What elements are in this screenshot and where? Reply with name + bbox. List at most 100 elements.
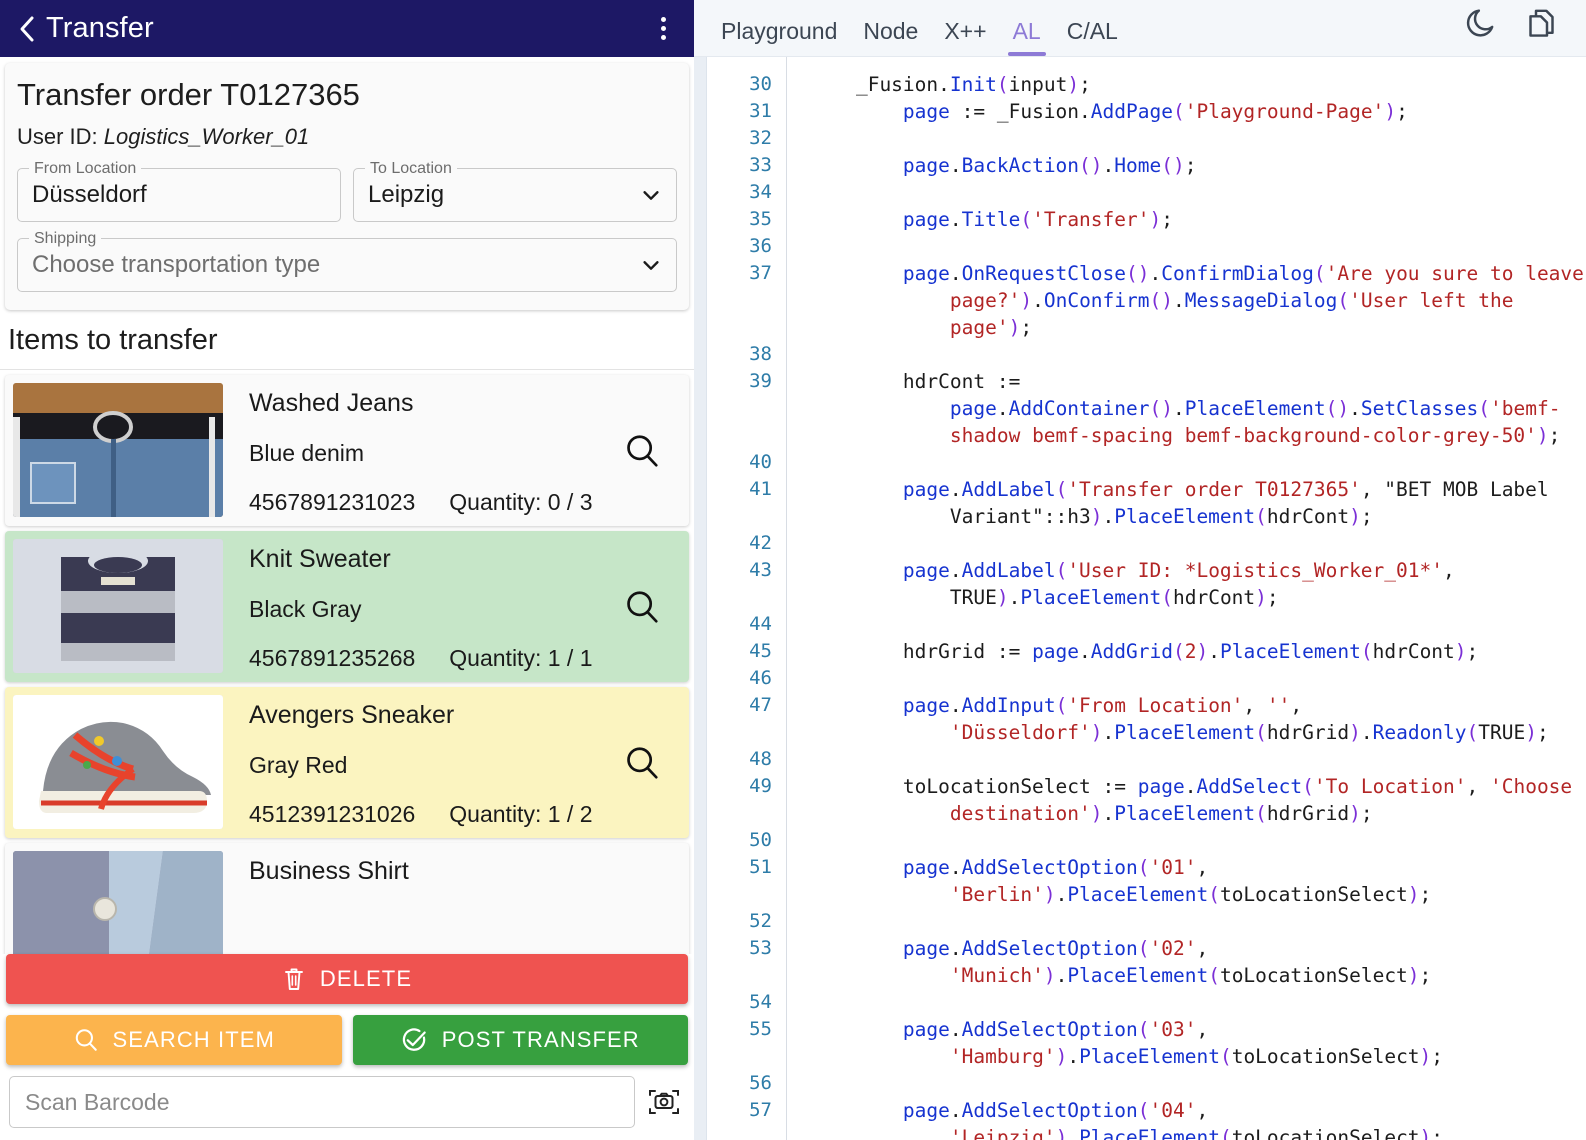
code-editor-panel: Playground Node X++ AL C/AL 30 31 32 33 34 35…: [694, 0, 1586, 1140]
code-content[interactable]: _Fusion.Init(input); page := _Fusion.Add…: [787, 57, 1586, 1140]
line-number: [707, 422, 772, 449]
code-line: page.AddSelectOption('03',: [902, 1018, 1209, 1041]
item-name: Knit Sweater: [249, 545, 391, 574]
tab-node[interactable]: Node: [850, 20, 931, 56]
line-number: 53: [749, 937, 772, 959]
line-number: 51: [749, 856, 772, 878]
delete-button[interactable]: DELETE: [6, 954, 688, 1004]
editor-scrollbar[interactable]: [694, 57, 707, 1140]
list-item[interactable]: Washed Jeans Blue denim 4567891231023 Qu…: [5, 375, 689, 527]
list-item[interactable]: Knit Sweater Black Gray 4567891235268 Qu…: [5, 531, 689, 683]
sneaker-photo: [13, 695, 223, 830]
tab-xpp[interactable]: X++: [931, 20, 999, 56]
code-line: 'Munich').PlaceElement(toLocationSelect)…: [949, 964, 1432, 987]
tab-cal[interactable]: C/AL: [1054, 20, 1131, 56]
item-thumbnail: [13, 695, 223, 830]
items-section-title: Items to transfer: [0, 310, 694, 371]
dark-mode-toggle[interactable]: [1450, 6, 1511, 56]
from-location-field[interactable]: From Location Düsseldorf: [17, 159, 341, 223]
line-number: 30: [749, 73, 772, 95]
code-line: page := _Fusion.AddPage('Playground-Page…: [902, 100, 1408, 123]
search-icon[interactable]: [623, 744, 661, 782]
code-line: page?').OnConfirm().MessageDialog('User …: [949, 289, 1514, 312]
chevron-down-icon: [643, 191, 659, 201]
post-transfer-button-label: POST TRANSFER: [441, 1027, 640, 1052]
chevron-down-icon: [643, 261, 659, 271]
code-line: page.AddLabel('Transfer order T0127365',…: [902, 478, 1549, 501]
item-thumbnail: [13, 539, 223, 674]
to-location-value: Leipzig: [368, 181, 445, 209]
order-header-card: Transfer order T0127365 User ID: Logisti…: [5, 63, 689, 311]
code-line: hdrGrid := page.AddGrid(2).PlaceElement(…: [809, 640, 1479, 663]
camera-scan-button[interactable]: [643, 1079, 685, 1125]
line-number: 54: [749, 991, 772, 1013]
app-bar-title: Transfer: [46, 12, 154, 44]
code-line: _Fusion.Init(input);: [809, 73, 1091, 96]
line-number: [707, 584, 772, 611]
search-icon: [75, 1029, 97, 1051]
moon-icon: [1466, 9, 1494, 37]
code-line: 'Leipzig').PlaceElement(toLocationSelect…: [949, 1126, 1444, 1140]
tab-al[interactable]: AL: [1000, 20, 1054, 56]
line-number: 41: [749, 478, 772, 500]
search-item-button[interactable]: SEARCH ITEM: [6, 1015, 342, 1065]
action-bar: DELETE SEARCH ITEM POST TRANSFER Scan Ba…: [0, 954, 694, 1140]
back-button[interactable]: [14, 14, 40, 44]
line-number: [707, 1043, 772, 1070]
scan-barcode-input[interactable]: Scan Barcode: [9, 1076, 635, 1128]
line-number: [707, 314, 772, 341]
page-title: Transfer order T0127365: [17, 77, 360, 112]
code-line: destination').PlaceElement(hdrGrid);: [949, 802, 1373, 825]
code-line: Variant"::h3).PlaceElement(hdrCont);: [809, 505, 1373, 528]
line-number: 57: [749, 1099, 772, 1121]
code-line: hdrCont :=: [809, 370, 1021, 393]
search-icon[interactable]: [623, 588, 661, 626]
search-item-button-label: SEARCH ITEM: [112, 1027, 275, 1052]
code-line: page.BackAction().Home();: [902, 154, 1197, 177]
code-line: 'Düsseldorf').PlaceElement(hdrGrid).Read…: [949, 721, 1549, 744]
copy-button[interactable]: [1511, 6, 1572, 56]
line-number: 47: [749, 694, 772, 716]
item-quantity: Quantity: 1 / 1: [449, 645, 593, 672]
shipping-select[interactable]: Shipping Choose transportation type: [17, 229, 677, 293]
item-details: Washed Jeans Blue denim 4567891231023 Qu…: [231, 375, 689, 526]
line-number: 36: [749, 235, 772, 257]
code-line: page.AddLabel('User ID: *Logistics_Worke…: [902, 559, 1455, 582]
line-number: [707, 503, 772, 530]
to-location-select[interactable]: To Location Leipzig: [353, 159, 677, 223]
item-quantity: Quantity: 0 / 3: [449, 489, 593, 516]
item-name: Avengers Sneaker: [249, 701, 455, 730]
user-id-value: Logistics_Worker_01: [103, 124, 310, 150]
line-number: 38: [749, 343, 772, 365]
location-grid: From Location Düsseldorf To Location Lei…: [17, 159, 677, 223]
line-number: [707, 800, 772, 827]
kebab-menu-icon[interactable]: [648, 12, 678, 46]
from-location-label: From Location: [29, 159, 142, 180]
line-number: 56: [749, 1072, 772, 1094]
list-item[interactable]: Avengers Sneaker Gray Red 4512391231026 …: [5, 687, 689, 839]
post-transfer-button[interactable]: POST TRANSFER: [352, 1015, 688, 1065]
line-number: 39: [749, 370, 772, 392]
search-icon[interactable]: [623, 432, 661, 470]
item-ean: 4512391231026: [249, 801, 416, 828]
line-number: 34: [749, 181, 772, 203]
line-number: [707, 719, 772, 746]
code-line: page.AddSelectOption('01',: [902, 856, 1209, 879]
line-number: 52: [749, 910, 772, 932]
code-line: page.AddSelectOption('02',: [902, 937, 1209, 960]
item-thumbnail: [13, 383, 223, 518]
barcode-bar: Scan Barcode: [0, 1065, 694, 1140]
tab-playground[interactable]: Playground: [708, 20, 850, 56]
from-location-value: Düsseldorf: [32, 181, 147, 209]
line-number: 42: [749, 532, 772, 554]
